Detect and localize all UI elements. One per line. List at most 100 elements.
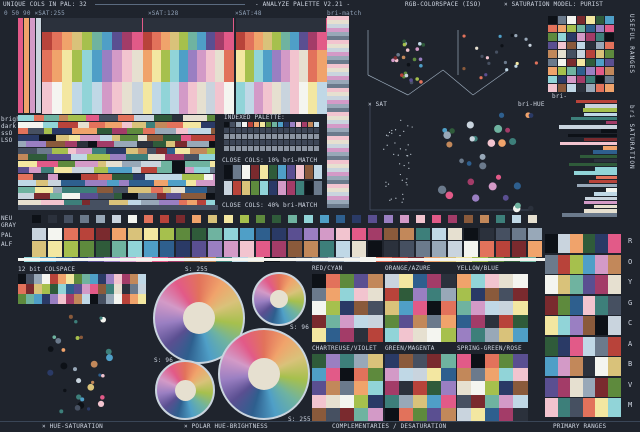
indexed-cell[interactable]: [266, 134, 271, 139]
indexed-cell[interactable]: [254, 134, 259, 139]
indexed-cell[interactable]: [296, 134, 301, 139]
bri-sat-bar: [574, 171, 617, 175]
indexed-cell[interactable]: [302, 140, 307, 145]
indexed-cell[interactable]: [260, 128, 265, 133]
indexed-cell[interactable]: [278, 146, 283, 151]
indexed-cell[interactable]: [242, 128, 247, 133]
indexed-cell[interactable]: [236, 146, 241, 151]
indexed-cell[interactable]: [302, 122, 307, 127]
saturation-model-label[interactable]: × SATURATION MODEL: PURIST: [504, 1, 603, 8]
indexed-cell[interactable]: [230, 140, 235, 145]
indexed-cell[interactable]: [230, 146, 235, 151]
indexed-cell[interactable]: [236, 140, 241, 145]
range-cell: [548, 24, 557, 32]
color-point: [402, 42, 407, 47]
indexed-cell[interactable]: [260, 134, 265, 139]
indexed-cell[interactable]: [308, 140, 313, 145]
indexed-cell[interactable]: [296, 122, 301, 127]
indexed-cell[interactable]: [272, 122, 277, 127]
indexed-cell[interactable]: [242, 146, 247, 151]
indexed-cell[interactable]: [224, 146, 229, 151]
indexed-cell[interactable]: [296, 140, 301, 145]
indexed-cell[interactable]: [260, 140, 265, 145]
indexed-cell[interactable]: [230, 134, 235, 139]
indexed-cell[interactable]: [272, 140, 277, 145]
primary-cell: [570, 357, 583, 376]
colspace-cell: [138, 274, 146, 284]
hue-sat-point: [52, 335, 57, 339]
indexed-cell[interactable]: [248, 122, 253, 127]
indexed-cell[interactable]: [272, 146, 277, 151]
indexed-cell[interactable]: [230, 122, 235, 127]
color-point: [514, 64, 518, 68]
palette-swatch: [192, 241, 206, 257]
indexed-cell[interactable]: [284, 128, 289, 133]
indexed-cell[interactable]: [254, 128, 259, 133]
indexed-cell[interactable]: [284, 134, 289, 139]
indexed-cell[interactable]: [278, 128, 283, 133]
indexed-cell[interactable]: [284, 122, 289, 127]
indexed-cell[interactable]: [308, 128, 313, 133]
indexed-cell[interactable]: [242, 122, 247, 127]
indexed-cell[interactable]: [302, 134, 307, 139]
indexed-cell[interactable]: [302, 128, 307, 133]
band-cell: [58, 173, 81, 180]
indexed-cell[interactable]: [284, 140, 289, 145]
indexed-palette-grid[interactable]: [224, 122, 322, 152]
indexed-cell[interactable]: [242, 134, 247, 139]
indexed-cell[interactable]: [278, 134, 283, 139]
indexed-cell[interactable]: [290, 134, 295, 139]
indexed-cell[interactable]: [296, 128, 301, 133]
indexed-cell[interactable]: [224, 140, 229, 145]
indexed-cell[interactable]: [290, 140, 295, 145]
indexed-cell[interactable]: [236, 122, 241, 127]
indexed-cell[interactable]: [290, 146, 295, 151]
indexed-cell[interactable]: [308, 146, 313, 151]
indexed-cell[interactable]: [278, 140, 283, 145]
indexed-cell[interactable]: [266, 140, 271, 145]
indexed-cell[interactable]: [260, 122, 265, 127]
indexed-cell[interactable]: [242, 140, 247, 145]
indexed-cell[interactable]: [314, 128, 319, 133]
color-point: [399, 73, 404, 77]
indexed-cell[interactable]: [266, 146, 271, 151]
indexed-cell[interactable]: [278, 122, 283, 127]
indexed-cell[interactable]: [248, 134, 253, 139]
hue-sat-point: [74, 405, 81, 411]
indexed-cell[interactable]: [248, 140, 253, 145]
indexed-cell[interactable]: [296, 146, 301, 151]
indexed-cell[interactable]: [272, 128, 277, 133]
bri-hue-point: [528, 205, 534, 212]
indexed-cell[interactable]: [224, 128, 229, 133]
range-cell: [586, 41, 595, 49]
range-cell: [576, 50, 585, 58]
hue-cell: [82, 98, 93, 114]
indexed-cell[interactable]: [308, 134, 313, 139]
indexed-cell[interactable]: [236, 128, 241, 133]
indexed-cell[interactable]: [266, 128, 271, 133]
indexed-cell[interactable]: [308, 122, 313, 127]
indexed-cell[interactable]: [302, 146, 307, 151]
hue-cell: [42, 82, 53, 98]
indexed-cell[interactable]: [284, 146, 289, 151]
indexed-cell[interactable]: [272, 134, 277, 139]
indexed-cell[interactable]: [248, 146, 253, 151]
indexed-cell[interactable]: [260, 146, 265, 151]
indexed-cell[interactable]: [314, 146, 319, 151]
indexed-cell[interactable]: [266, 122, 271, 127]
close-col-swatch: [251, 181, 259, 195]
indexed-cell[interactable]: [254, 140, 259, 145]
indexed-cell[interactable]: [236, 134, 241, 139]
primary-cell: [557, 377, 571, 397]
indexed-cell[interactable]: [230, 128, 235, 133]
indexed-cell[interactable]: [254, 122, 259, 127]
indexed-cell[interactable]: [314, 134, 319, 139]
indexed-cell[interactable]: [290, 128, 295, 133]
indexed-cell[interactable]: [314, 122, 319, 127]
indexed-cell[interactable]: [248, 128, 253, 133]
indexed-cell[interactable]: [290, 122, 295, 127]
indexed-cell[interactable]: [224, 122, 229, 127]
indexed-cell[interactable]: [314, 140, 319, 145]
indexed-cell[interactable]: [224, 134, 229, 139]
indexed-cell[interactable]: [254, 146, 259, 151]
